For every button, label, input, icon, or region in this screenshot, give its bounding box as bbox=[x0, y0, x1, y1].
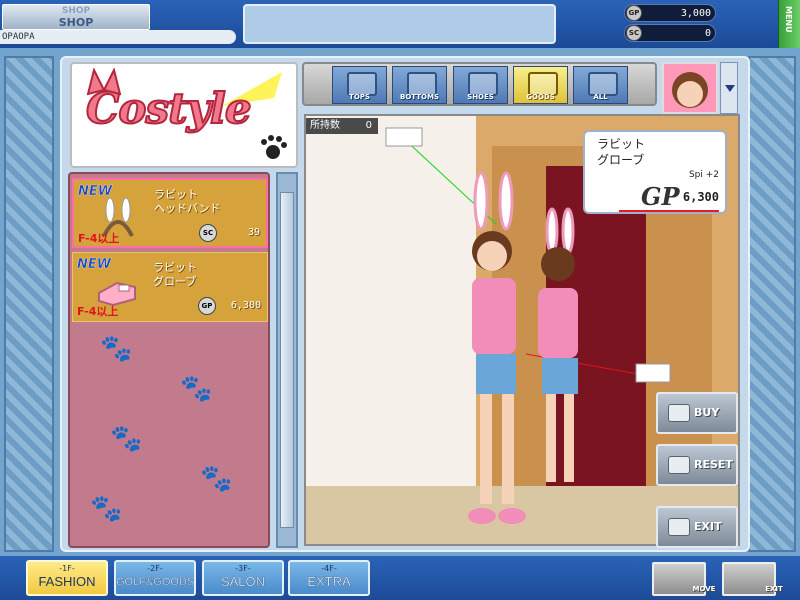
item-price: 39 bbox=[247, 227, 260, 238]
gp-coin-icon: GP bbox=[626, 5, 642, 21]
reset-icon bbox=[668, 456, 690, 474]
item-price: 6,300 bbox=[230, 300, 261, 311]
paw-decoration-icon: 🐾 bbox=[200, 464, 233, 494]
floor-number: -2F- bbox=[147, 564, 163, 573]
paw-decoration-icon: 🐾 bbox=[110, 424, 143, 454]
item-name-line1: ラビット bbox=[154, 188, 198, 201]
exit-shop-button[interactable]: EXIT bbox=[722, 562, 783, 596]
character-avatar[interactable] bbox=[662, 62, 718, 114]
tab-label: SHOES bbox=[467, 93, 494, 101]
tab-all[interactable]: ALL bbox=[573, 66, 628, 104]
buy-button[interactable]: BUY bbox=[656, 392, 738, 434]
owned-label: 所持数 bbox=[310, 120, 340, 131]
floor-golf-goods-button[interactable]: -2F- GOLF&GOODS bbox=[114, 560, 196, 596]
floor-label: EXTRA bbox=[307, 574, 351, 589]
floor-number: -3F- bbox=[235, 564, 251, 573]
item-name: ラビット ヘッドバンド bbox=[154, 188, 221, 216]
item-name-line2: ヘッドバンド bbox=[154, 202, 221, 215]
level-requirement: F-4以上 bbox=[78, 232, 120, 245]
stat-bonus: Spi +2 bbox=[688, 170, 719, 180]
price-tag-name: ラビット グローブ bbox=[597, 136, 645, 168]
owned-value: 0 bbox=[365, 120, 372, 131]
buy-label: BUY bbox=[694, 406, 720, 419]
floor-number: -1F- bbox=[59, 564, 75, 573]
price-value: 6,300 bbox=[682, 190, 719, 204]
right-pillar bbox=[748, 56, 796, 552]
sc-value: 0 bbox=[704, 28, 711, 39]
paw-decoration-icon: 🐾 bbox=[90, 494, 123, 524]
floor-salon-button[interactable]: -3F- SALON bbox=[202, 560, 284, 596]
paw-print-icon bbox=[261, 135, 287, 159]
message-box bbox=[243, 4, 556, 44]
cat-ears-icon bbox=[86, 68, 122, 96]
exit-label: EXIT bbox=[694, 520, 722, 533]
level-requirement: F-4以上 bbox=[77, 305, 119, 318]
gp-counter: GP 3,000 bbox=[624, 4, 716, 22]
floor-label: FASHION bbox=[38, 574, 96, 589]
avatar-portrait-icon bbox=[672, 72, 708, 108]
tab-label: TOPS bbox=[349, 93, 370, 101]
tab-bottoms[interactable]: BOTTOMS bbox=[392, 66, 447, 104]
tab-tops[interactable]: TOPS bbox=[332, 66, 387, 104]
exit-button[interactable]: EXIT bbox=[656, 506, 738, 548]
price-underline bbox=[619, 210, 719, 212]
tab-label: BOTTOMS bbox=[400, 93, 439, 101]
reset-label: RESET bbox=[694, 458, 733, 471]
gp-value: 3,000 bbox=[680, 8, 711, 19]
floor-fashion-button[interactable]: -1F- FASHION bbox=[26, 560, 108, 596]
door-icon bbox=[668, 518, 690, 536]
left-pillar bbox=[4, 56, 54, 552]
paw-decoration-icon: 🐾 bbox=[100, 334, 133, 364]
paw-decoration-icon: 🐾 bbox=[180, 374, 213, 404]
cart-icon bbox=[668, 404, 690, 422]
item-name-line2: グローブ bbox=[153, 275, 197, 288]
costyle-logo: Costyle bbox=[70, 62, 298, 168]
price-tag-line2: グローブ bbox=[597, 153, 645, 167]
shop-badge: SHOP SHOP bbox=[2, 4, 150, 30]
menu-button[interactable]: MENU bbox=[778, 0, 800, 48]
scrollbar-thumb[interactable] bbox=[280, 192, 294, 528]
avatar-dropdown[interactable] bbox=[720, 62, 738, 114]
move-button[interactable]: MOVE bbox=[652, 562, 715, 596]
list-item-rabbit-glove[interactable]: NEW ラビット グローブ F-4以上 GP 6,300 bbox=[72, 252, 268, 322]
floor-number: -4F- bbox=[321, 564, 337, 573]
tab-shoes[interactable]: SHOES bbox=[453, 66, 508, 104]
tab-label: ALL bbox=[593, 93, 608, 101]
price-tag-line1: ラビット bbox=[597, 137, 646, 151]
floor-label: SALON bbox=[220, 574, 266, 589]
shop-label: SHOP bbox=[58, 16, 94, 29]
exit-shop-label: EXIT bbox=[765, 585, 783, 593]
reset-button[interactable]: RESET bbox=[656, 444, 738, 486]
sc-coin-icon: SC bbox=[626, 25, 642, 41]
price-tag: ラビット グローブ Spi +2 GP 6,300 bbox=[583, 130, 727, 214]
floor-label: GOLF&GOODS bbox=[116, 576, 195, 588]
item-name: ラビット グローブ bbox=[153, 261, 197, 289]
chevron-down-icon bbox=[725, 85, 735, 92]
item-name-line1: ラビット bbox=[153, 261, 197, 274]
floor-extra-button[interactable]: -4F- EXTRA bbox=[288, 560, 370, 596]
list-item-rabbit-headband[interactable]: NEW ラビット ヘッドバンド F-4以上 SC 39 bbox=[72, 178, 268, 248]
owned-count: 所持数 0 bbox=[306, 118, 378, 134]
sc-counter: SC 0 bbox=[624, 24, 716, 42]
sc-coin-icon: SC bbox=[199, 224, 217, 242]
gp-coin-icon: GP bbox=[198, 297, 216, 315]
currency-label: GP bbox=[641, 182, 680, 211]
player-name: OPAOPA bbox=[0, 30, 236, 44]
menu-label: MENU bbox=[784, 6, 793, 33]
item-list: 🐾 🐾 🐾 🐾 🐾 NEW ラビット ヘッドバンド F-4以上 SC 39 NE… bbox=[68, 172, 270, 548]
tab-goods[interactable]: GOODS bbox=[513, 66, 568, 104]
new-badge: NEW bbox=[77, 257, 112, 272]
tab-label: GOODS bbox=[526, 93, 555, 101]
new-badge: NEW bbox=[78, 184, 113, 199]
